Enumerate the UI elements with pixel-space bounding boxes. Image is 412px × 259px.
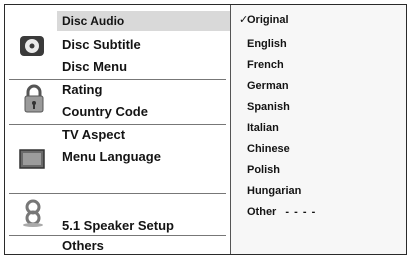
disc-audio-options: ✓ Original English French German Spanish… [231, 5, 406, 254]
menu-item-disc-subtitle[interactable]: Disc Subtitle [62, 35, 226, 55]
speaker-icon [21, 199, 45, 232]
option-original[interactable]: Original [247, 13, 289, 27]
menu-item-rating[interactable]: Rating [62, 80, 226, 100]
menu-item-others[interactable]: Others [62, 236, 226, 256]
option-other-label: Other [247, 206, 277, 218]
option-other[interactable]: Other - - - - [247, 205, 316, 219]
menu-item-disc-audio[interactable]: Disc Audio [57, 11, 230, 31]
setup-menu-panel: Disc Audio Disc Subtitle Disc Menu Ratin… [4, 4, 407, 255]
lock-icon [23, 84, 45, 119]
menu-item-disc-menu[interactable]: Disc Menu [62, 57, 226, 77]
option-german[interactable]: German [247, 79, 289, 93]
option-italian[interactable]: Italian [247, 121, 279, 135]
option-polish[interactable]: Polish [247, 163, 280, 177]
menu-item-tv-aspect[interactable]: TV Aspect [62, 125, 226, 145]
option-english[interactable]: English [247, 37, 287, 51]
menu-item-country-code[interactable]: Country Code [62, 102, 226, 122]
menu-item-speaker-setup[interactable]: 5.1 Speaker Setup [62, 216, 226, 236]
setup-categories: Disc Audio Disc Subtitle Disc Menu Ratin… [5, 5, 231, 254]
option-other-code: - - - - [285, 206, 317, 218]
tv-screen-icon [19, 149, 45, 174]
disc-icon [19, 35, 45, 62]
menu-item-menu-language[interactable]: Menu Language [62, 147, 226, 167]
option-chinese[interactable]: Chinese [247, 142, 290, 156]
option-hungarian[interactable]: Hungarian [247, 184, 301, 198]
divider [9, 193, 226, 194]
option-french[interactable]: French [247, 58, 284, 72]
option-spanish[interactable]: Spanish [247, 100, 290, 114]
